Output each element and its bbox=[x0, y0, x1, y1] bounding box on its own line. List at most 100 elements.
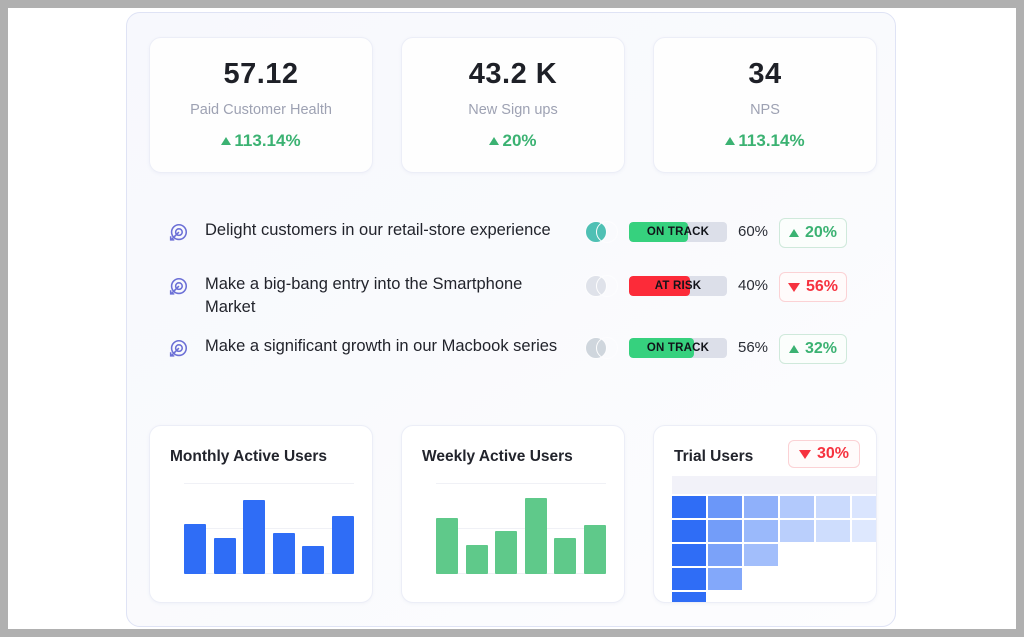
objective-target-icon bbox=[167, 338, 189, 360]
bar bbox=[436, 518, 458, 574]
triangle-up-icon bbox=[221, 137, 232, 146]
heatmap-cell bbox=[780, 544, 814, 566]
heatmap-cell bbox=[708, 520, 742, 542]
heatmap-cell bbox=[780, 520, 814, 542]
heatmap-row bbox=[672, 592, 876, 602]
kpi-card-row: 57.12 Paid Customer Health 113.14% 43.2 … bbox=[149, 37, 877, 173]
goal-progress-percent: 56% bbox=[737, 338, 769, 356]
goal-owner-avatars[interactable] bbox=[585, 221, 629, 245]
heatmap-cell bbox=[816, 544, 850, 566]
bar bbox=[465, 545, 488, 574]
goal-trend-badge: 32% bbox=[779, 333, 847, 364]
heatmap-row bbox=[672, 496, 876, 518]
heatmap-cell bbox=[852, 520, 876, 542]
goal-owner-avatars[interactable] bbox=[585, 336, 629, 361]
objective-target-icon bbox=[167, 276, 189, 298]
heatmap-cell bbox=[816, 496, 850, 518]
kpi-card-nps[interactable]: 34 NPS 113.14% bbox=[653, 37, 877, 173]
avatar bbox=[596, 336, 618, 359]
chart-card-weekly-active-users[interactable]: Weekly Active Users bbox=[401, 425, 625, 603]
heatmap-cell bbox=[672, 592, 706, 602]
heatmap-cell bbox=[708, 592, 742, 602]
goal-trend-badge: 56% bbox=[779, 272, 847, 302]
heatmap-header-band bbox=[672, 476, 876, 494]
kpi-card-new-sign-ups[interactable]: 43.2 K New Sign ups 20% bbox=[401, 37, 625, 173]
goal-progress-percent: 40% bbox=[737, 277, 769, 294]
heatmap-cell bbox=[852, 568, 876, 590]
kpi-label: Paid Customer Health bbox=[190, 102, 332, 119]
status-badge: ON TRACK bbox=[646, 226, 710, 238]
heatmap-cell bbox=[816, 592, 850, 602]
page-background: 57.12 Paid Customer Health 113.14% 43.2 … bbox=[8, 8, 1016, 629]
heatmap-cell bbox=[708, 496, 742, 518]
heatmap-cell bbox=[744, 496, 778, 518]
bar bbox=[554, 538, 577, 574]
heatmap-cell bbox=[816, 568, 850, 590]
kpi-delta-value: 113.14% bbox=[234, 131, 301, 151]
heatmap-row bbox=[672, 568, 876, 590]
heatmap-cell bbox=[708, 568, 742, 590]
trial-trend-badge: 30% bbox=[787, 440, 860, 468]
bar bbox=[583, 525, 606, 574]
heatmap-cell bbox=[672, 568, 706, 590]
goal-status-progress: AT RISK bbox=[629, 276, 727, 296]
status-badge: ON TRACK bbox=[646, 341, 710, 354]
bar bbox=[331, 516, 354, 574]
heatmap-cell bbox=[816, 520, 850, 542]
chart-title: Monthly Active Users bbox=[170, 448, 328, 465]
triangle-down-icon bbox=[787, 282, 800, 292]
chart-title: Weekly Active Users bbox=[422, 448, 573, 465]
avatar bbox=[596, 221, 618, 243]
goal-status-progress: ON TRACK bbox=[629, 222, 727, 242]
chart-card-monthly-active-users[interactable]: Monthly Active Users bbox=[149, 425, 373, 603]
goal-status-progress: ON TRACK bbox=[629, 337, 727, 358]
heatmap-cell bbox=[708, 544, 742, 566]
goal-trend-badge: 20% bbox=[779, 218, 847, 248]
bar bbox=[184, 523, 206, 574]
bar bbox=[213, 538, 236, 574]
triangle-down-icon bbox=[798, 449, 811, 459]
heatmap-cell bbox=[744, 568, 778, 590]
heatmap-cell bbox=[672, 496, 706, 518]
kpi-delta: 113.14% bbox=[221, 131, 301, 151]
status-badge: AT RISK bbox=[654, 280, 702, 292]
kpi-delta: 113.14% bbox=[725, 131, 805, 151]
triangle-up-icon bbox=[725, 137, 736, 146]
goal-title: Delight customers in our retail-store ex… bbox=[205, 221, 551, 239]
avatar bbox=[596, 275, 618, 297]
chart-title: Trial Users bbox=[674, 448, 754, 465]
dashboard-panel: 57.12 Paid Customer Health 113.14% 43.2 … bbox=[126, 12, 896, 627]
goal-list: Delight customers in our retail-store ex… bbox=[167, 211, 883, 379]
bar-series bbox=[436, 484, 606, 574]
goal-row[interactable]: Delight customers in our retail-store ex… bbox=[167, 211, 883, 263]
triangle-up-icon bbox=[489, 137, 500, 146]
kpi-value: 43.2 K bbox=[468, 57, 558, 90]
goal-owner-avatars[interactable] bbox=[585, 275, 629, 299]
heatmap-cell bbox=[780, 496, 814, 518]
goal-title: Make a big-bang entry into the Smartphon… bbox=[205, 275, 523, 316]
goal-trend-value: 20% bbox=[804, 224, 838, 241]
goal-trend-value: 32% bbox=[804, 339, 838, 357]
goal-row[interactable]: Make a significant growth in our Macbook… bbox=[167, 327, 883, 379]
kpi-value: 57.12 bbox=[223, 57, 299, 90]
heatmap-row bbox=[672, 520, 876, 542]
triangle-up-icon bbox=[788, 229, 799, 237]
goal-row[interactable]: Make a big-bang entry into the Smartphon… bbox=[167, 263, 883, 327]
bar bbox=[302, 546, 325, 574]
heatmap-cell bbox=[780, 568, 814, 590]
goal-progress-percent: 60% bbox=[737, 223, 769, 240]
bar bbox=[524, 498, 547, 574]
heatmap-row bbox=[672, 544, 876, 566]
heatmap-cell bbox=[744, 544, 778, 566]
heatmap-cell bbox=[780, 592, 814, 602]
heatmap-cell bbox=[672, 544, 706, 566]
chart-card-trial-users[interactable]: Trial Users 30% bbox=[653, 425, 877, 603]
kpi-card-paid-customer-health[interactable]: 57.12 Paid Customer Health 113.14% bbox=[149, 37, 373, 173]
heatmap bbox=[672, 476, 876, 602]
kpi-value: 34 bbox=[748, 57, 782, 90]
kpi-delta-value: 20% bbox=[502, 131, 537, 151]
heatmap-cell bbox=[744, 592, 778, 602]
goal-title: Make a significant growth in our Macbook… bbox=[205, 336, 558, 355]
heatmap-cell bbox=[852, 544, 876, 566]
kpi-delta-value: 113.14% bbox=[738, 131, 805, 151]
